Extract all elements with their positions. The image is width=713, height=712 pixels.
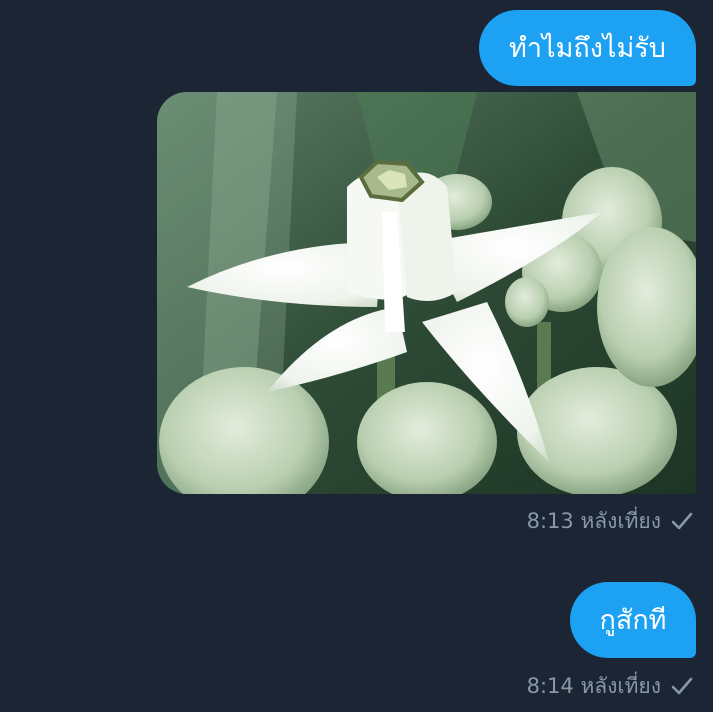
check-icon — [671, 512, 693, 530]
check-icon — [671, 677, 693, 695]
message-text: กูสักที — [599, 604, 667, 636]
message-bubble-outgoing[interactable]: ทำไมถึงไม่รับ — [479, 10, 696, 86]
message-bubble-outgoing[interactable]: กูสักที — [570, 582, 696, 658]
message-meta: 8:14 หลังเที่ยง — [527, 673, 693, 699]
chat-thread: ทำไมถึงไม่รับ 8:13 หลังเที่ยง กูสักที 8:… — [0, 0, 713, 712]
message-text: ทำไมถึงไม่รับ — [509, 32, 666, 64]
timestamp: 8:14 หลังเที่ยง — [526, 673, 661, 698]
crown-flower-photo — [157, 92, 696, 494]
message-meta: 8:13 หลังเที่ยง — [527, 508, 693, 534]
timestamp: 8:13 หลังเที่ยง — [526, 508, 661, 533]
image-message[interactable] — [157, 92, 696, 494]
